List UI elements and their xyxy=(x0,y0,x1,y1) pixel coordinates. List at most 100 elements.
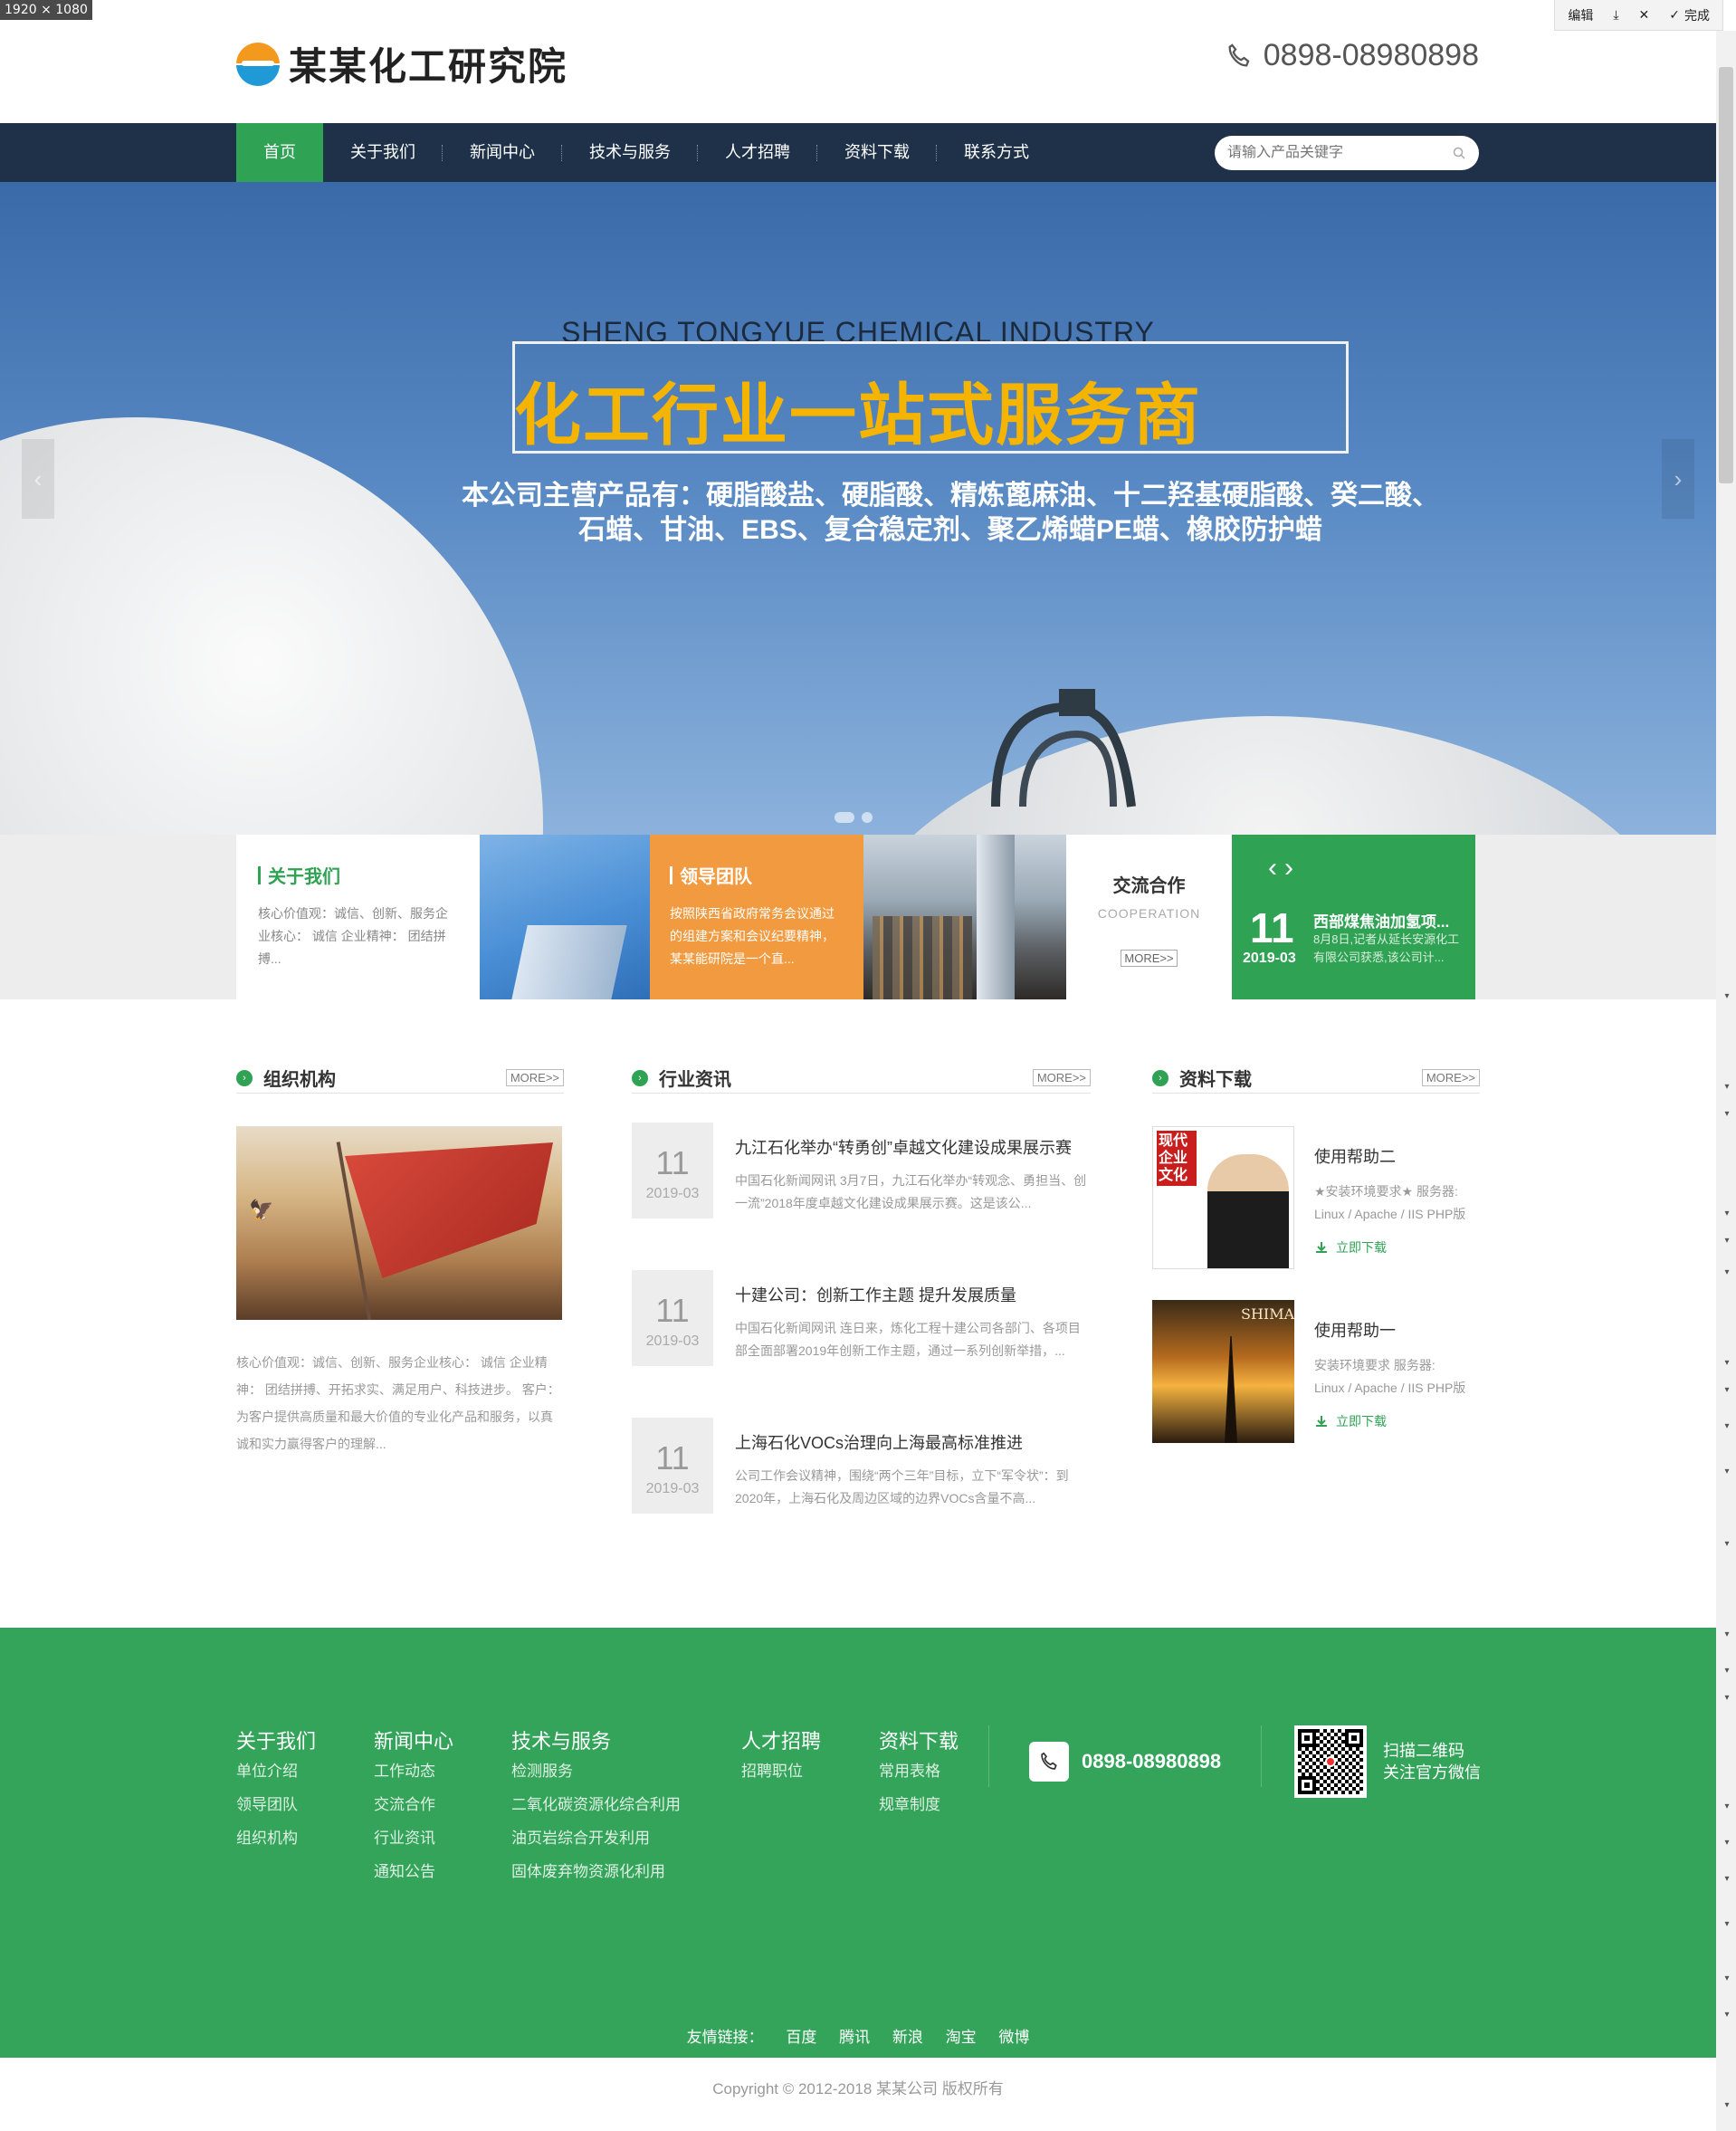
friend-link-weibo[interactable]: 微博 xyxy=(998,2029,1029,2046)
banner-prev-arrow[interactable]: ‹ xyxy=(22,439,54,519)
news-date-ym: 2019-03 xyxy=(645,1481,700,1496)
footer-link[interactable]: 固体废弃物资源化利用 xyxy=(511,1855,681,1888)
footer-link[interactable]: 招聘职位 xyxy=(741,1754,821,1788)
close-icon[interactable]: ✕ xyxy=(1639,7,1650,23)
footer-link[interactable]: 领导团队 xyxy=(236,1788,316,1821)
edit-button[interactable]: 编辑 xyxy=(1568,6,1593,24)
scroll-marker-icon: ▾ xyxy=(1724,1236,1730,1246)
news-next-icon[interactable]: › xyxy=(1284,853,1301,883)
download-cover-image[interactable]: SHIMAO xyxy=(1152,1300,1294,1443)
section-news-more-button[interactable]: MORE>> xyxy=(1032,1069,1091,1086)
news-list-item[interactable]: 11 2019-03 十建公司：创新工作主题 提升发展质量 中国石化新闻网讯 连… xyxy=(632,1270,1091,1418)
nav-item-downloads[interactable]: 资料下载 xyxy=(817,123,937,182)
promo-coop-more-button[interactable]: MORE>> xyxy=(1121,950,1178,967)
footer-link[interactable]: 组织机构 xyxy=(236,1821,316,1855)
industry-news-list: 11 2019-03 九江石化举办“转勇创”卓越文化建设成果展示赛 中国石化新闻… xyxy=(632,1123,1091,1565)
promo-card-team[interactable]: 领导团队 按照陕西省政府常务会议通过的组建方案和会议纪要精神，某某能研院是一个直… xyxy=(650,835,863,999)
footer-col-title[interactable]: 人才招聘 xyxy=(741,1725,821,1754)
promo-team-title: 领导团队 xyxy=(670,862,844,888)
footer-link[interactable]: 工作动态 xyxy=(374,1754,453,1788)
nav-item-news[interactable]: 新闻中心 xyxy=(443,123,562,182)
nav-item-tech-services[interactable]: 技术与服务 xyxy=(562,123,698,182)
download-title[interactable]: 使用帮助二 xyxy=(1314,1144,1465,1168)
nav-item-home[interactable]: 首页 xyxy=(236,123,323,182)
nav-item-careers[interactable]: 人才招聘 xyxy=(698,123,817,182)
qr-finder xyxy=(1345,1729,1363,1747)
scroll-marker-icon: ▾ xyxy=(1724,1358,1730,1368)
nav-item-about[interactable]: 关于我们 xyxy=(323,123,443,182)
footer-phone: 0898-08980898 xyxy=(1029,1742,1221,1782)
footer-link[interactable]: 二氧化碳资源化综合利用 xyxy=(511,1788,681,1821)
footer-link[interactable]: 规章制度 xyxy=(879,1788,959,1821)
news-item-desc: 中国石化新闻网讯 3月7日，九江石化举办“转观念、勇担当、创一流”2018年度卓… xyxy=(735,1173,1087,1210)
qr-caption: 扫描二维码 关注官方微信 xyxy=(1383,1740,1481,1783)
banner-dot-1[interactable] xyxy=(835,812,854,823)
download-icon[interactable]: ⤓ xyxy=(1613,7,1618,23)
footer-col-title[interactable]: 资料下载 xyxy=(879,1725,959,1754)
footer-link[interactable]: 单位介绍 xyxy=(236,1754,316,1788)
banner-next-arrow[interactable]: › xyxy=(1662,439,1694,519)
footer-link[interactable]: 行业资讯 xyxy=(374,1821,453,1855)
news-date-ym: 2019-03 xyxy=(645,1333,700,1349)
cover-brand: SHIMAO xyxy=(1241,1305,1294,1323)
friend-link-baidu[interactable]: 百度 xyxy=(786,2029,816,2046)
footer-col-title[interactable]: 新闻中心 xyxy=(374,1725,453,1754)
news-prev-icon[interactable]: ‹ xyxy=(1268,853,1284,883)
friend-link-sina[interactable]: 新浪 xyxy=(892,2029,923,2046)
footer-link[interactable]: 常用表格 xyxy=(879,1754,959,1788)
scroll-marker-icon: ▾ xyxy=(1724,1874,1730,1884)
friend-link-tencent[interactable]: 腾讯 xyxy=(839,2029,870,2046)
footer-col-title[interactable]: 技术与服务 xyxy=(511,1725,681,1754)
section-org-title: 组织机构 xyxy=(263,1070,336,1090)
news-list-item[interactable]: 11 2019-03 上海石化VOCs治理向上海最高标准推进 公司工作会议精神，… xyxy=(632,1418,1091,1565)
friend-links: 友情链接： 百度 腾讯 新浪 淘宝 微博 xyxy=(0,2024,1716,2047)
friend-links-label: 友情链接： xyxy=(686,2029,764,2046)
footer-link[interactable]: 油页岩综合开发利用 xyxy=(511,1821,681,1855)
promo-team-text: 按照陕西省政府常务会议通过的组建方案和会议纪要精神，某某能研院是一个直... xyxy=(670,906,835,966)
search-icon[interactable] xyxy=(1452,146,1466,160)
promo-card-news[interactable]: ‹› 11 2019-03 西部煤焦油加氢项... 8月8日,记者从延长安源化工… xyxy=(1232,835,1475,999)
hero-banner: SHENG TONGYUE CHEMICAL INDUSTRY 化工行业一站式服… xyxy=(0,182,1716,835)
section-news-header: › 行业资讯 MORE>> xyxy=(632,1063,1091,1094)
city-image xyxy=(863,835,1066,999)
footer-link[interactable]: 检测服务 xyxy=(511,1754,681,1788)
promo-card-about[interactable]: 关于我们 核心价值观：诚信、创新、服务企业核心： 诚信 企业精神： 团结拼搏..… xyxy=(236,835,480,999)
qr-pattern xyxy=(1298,1729,1363,1794)
news-date-day: 11 xyxy=(655,1292,690,1329)
download-item: 现代企业文化 使用帮助二 ★安装环境要求★ 服务器: Linux / Apach… xyxy=(1152,1126,1480,1300)
section-arrow-icon: › xyxy=(632,1069,648,1086)
promo-news-title[interactable]: 西部煤焦油加氢项... xyxy=(1313,909,1467,932)
news-item-title[interactable]: 上海石化VOCs治理向上海最高标准推进 xyxy=(735,1430,1091,1454)
section-downloads-more-button[interactable]: MORE>> xyxy=(1421,1069,1480,1086)
download-cover-image[interactable]: 现代企业文化 xyxy=(1152,1126,1294,1269)
banner-dot-2[interactable] xyxy=(862,812,873,823)
download-title[interactable]: 使用帮助一 xyxy=(1314,1318,1465,1342)
friend-link-taobao[interactable]: 淘宝 xyxy=(946,2029,977,2046)
news-item-title[interactable]: 十建公司：创新工作主题 提升发展质量 xyxy=(735,1283,1091,1306)
footer-link[interactable]: 交流合作 xyxy=(374,1788,453,1821)
search-input[interactable] xyxy=(1227,145,1452,161)
download-button[interactable]: 立即下载 xyxy=(1314,1412,1465,1430)
section-org-more-button[interactable]: MORE>> xyxy=(505,1069,564,1086)
download-button[interactable]: 立即下载 xyxy=(1314,1238,1465,1257)
org-flag-image[interactable]: 🦅 xyxy=(236,1126,562,1320)
news-item-title[interactable]: 九江石化举办“转勇创”卓越文化建设成果展示赛 xyxy=(735,1135,1091,1159)
site-logo[interactable]: 某某化工研究院 xyxy=(236,36,568,91)
section-arrow-icon: › xyxy=(236,1069,253,1086)
scroll-marker-icon: ▾ xyxy=(1724,1801,1730,1811)
scrollbar-thumb[interactable] xyxy=(1719,67,1733,483)
download-icon xyxy=(1316,1242,1327,1253)
news-date-box: 11 2019-03 xyxy=(632,1418,713,1514)
page-scrollbar[interactable]: ▾ ▾ ▾ ▾ ▾ ▾ ▾ ▾ ▾ ▾ ▾ ▾ ▾ ▾ ▾ ▾ ▾ ▾ ▾ ▾ ▾ xyxy=(1716,31,1736,2131)
screenshot-size-label: 1920 × 1080 xyxy=(0,0,92,20)
footer-col-title[interactable]: 关于我们 xyxy=(236,1725,316,1754)
banner-desc-line-1: 本公司主营产品有：硬脂酸盐、硬脂酸、精炼蓖麻油、十二羟基硬脂酸、癸二酸、 xyxy=(462,481,1439,511)
promo-card-cooperation[interactable]: 交流合作 COOPERATION MORE>> xyxy=(1066,835,1232,999)
nav-item-contact[interactable]: 联系方式 xyxy=(937,123,1056,182)
news-content: 十建公司：创新工作主题 提升发展质量 中国石化新闻网讯 连日来，炼化工程十建公司… xyxy=(735,1270,1091,1418)
news-date-box: 11 2019-03 xyxy=(632,1270,713,1366)
news-list-item[interactable]: 11 2019-03 九江石化举办“转勇创”卓越文化建设成果展示赛 中国石化新闻… xyxy=(632,1123,1091,1270)
done-button[interactable]: ✓ 完成 xyxy=(1669,6,1710,24)
footer-link[interactable]: 通知公告 xyxy=(374,1855,453,1888)
header-phone-number: 0898-08980898 xyxy=(1263,38,1479,72)
